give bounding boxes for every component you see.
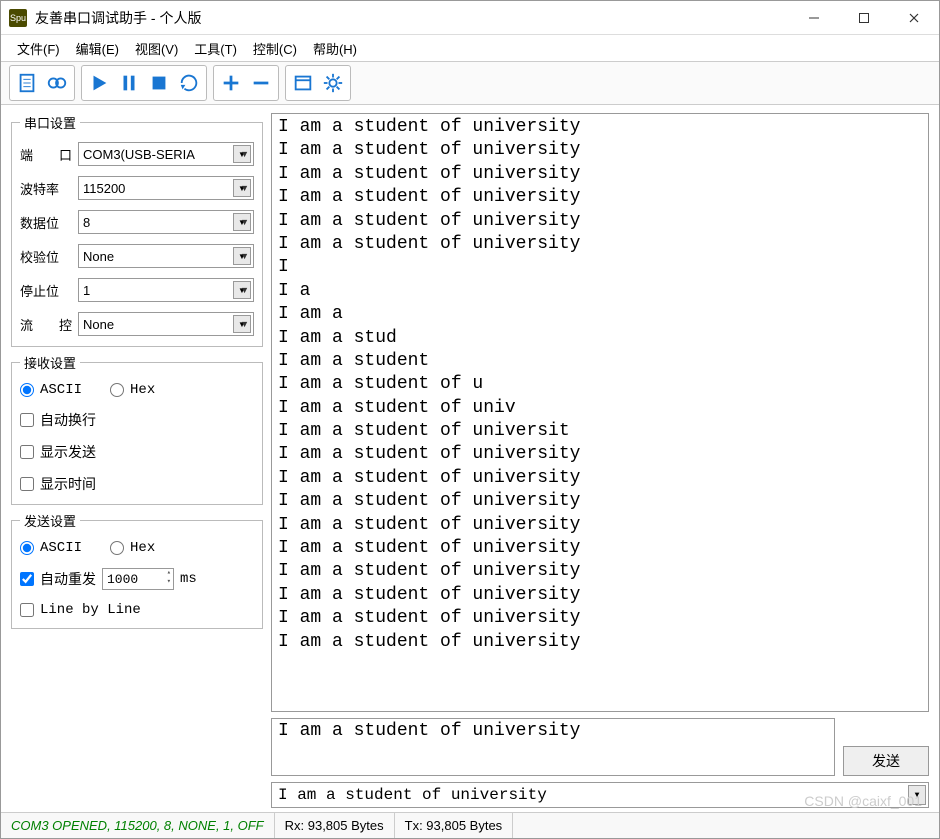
send-hex-label: Hex — [130, 540, 155, 556]
showtime-label: 显示时间 — [40, 474, 96, 494]
window-title: 友善串口调试助手 - 个人版 — [35, 8, 789, 28]
status-tx: Tx: 93,805 Bytes — [395, 813, 514, 838]
databits-value: 8 — [83, 215, 90, 230]
parity-value: None — [83, 249, 114, 264]
flow-select[interactable]: None ▼ — [78, 312, 254, 336]
send-ascii-label: ASCII — [40, 540, 82, 556]
menubar: 文件(F) 编辑(E) 视图(V) 工具(T) 控制(C) 帮助(H) — [1, 35, 939, 61]
port-select[interactable]: COM3(USB-SERIA ▼ — [78, 142, 254, 166]
statusbar: COM3 OPENED, 115200, 8, NONE, 1, OFF Rx:… — [1, 812, 939, 838]
gear-icon[interactable] — [318, 68, 348, 98]
serial-settings-legend: 串口设置 — [20, 113, 80, 132]
baud-select[interactable]: 115200 ▼ — [78, 176, 254, 200]
stopbits-select[interactable]: 1▼ — [78, 278, 254, 302]
chevron-down-icon: ▼ — [233, 315, 251, 333]
port-label: 端 口 — [20, 145, 78, 164]
chevron-down-icon: ▼ — [233, 247, 251, 265]
linebyline-label: Line by Line — [40, 602, 141, 618]
showtime-checkbox[interactable] — [20, 477, 34, 491]
recv-hex-label: Hex — [130, 382, 155, 398]
send-button[interactable]: 发送 — [843, 746, 929, 776]
autowrap-checkbox[interactable] — [20, 413, 34, 427]
status-connection: COM3 OPENED, 115200, 8, NONE, 1, OFF — [1, 813, 275, 838]
watermark: CSDN @caixf_001 — [804, 793, 922, 809]
maximize-button[interactable] — [839, 2, 889, 34]
chevron-down-icon: ▼ — [233, 281, 251, 299]
recv-settings-group: 接收设置 ASCII Hex 自动换行 显示发送 显示时间 — [11, 353, 263, 505]
refresh-icon[interactable] — [174, 68, 204, 98]
send-hex-radio[interactable]: Hex — [110, 540, 155, 556]
titlebar: Spu 友善串口调试助手 - 个人版 — [1, 1, 939, 35]
recv-ascii-radio[interactable]: ASCII — [20, 382, 82, 398]
window-controls — [789, 2, 939, 34]
serial-settings-group: 串口设置 端 口 COM3(USB-SERIA ▼ 波特率 115200 ▼ 数据位… — [11, 113, 263, 347]
baud-label: 波特率 — [20, 179, 78, 198]
menu-help[interactable]: 帮助(H) — [307, 36, 363, 61]
autoresend-checkbox[interactable] — [20, 572, 34, 586]
menu-view[interactable]: 视图(V) — [129, 36, 184, 61]
autowrap-label: 自动换行 — [40, 410, 96, 430]
plus-icon[interactable] — [216, 68, 246, 98]
recv-settings-legend: 接收设置 — [20, 353, 80, 372]
chevron-down-icon: ▼ — [233, 145, 251, 163]
interval-value: 1000 — [107, 572, 138, 587]
autoresend-label: 自动重发 — [40, 569, 96, 589]
interval-spinner[interactable]: 1000 — [102, 568, 174, 590]
databits-select[interactable]: 8▼ — [78, 210, 254, 234]
port-value: COM3(USB-SERIA — [83, 147, 195, 162]
flow-value: None — [83, 317, 114, 332]
new-file-icon[interactable] — [12, 68, 42, 98]
menu-tools[interactable]: 工具(T) — [188, 36, 243, 61]
app-icon: Spu — [9, 9, 27, 27]
interval-unit: ms — [180, 571, 197, 587]
parity-label: 校验位 — [20, 247, 78, 266]
play-icon[interactable] — [84, 68, 114, 98]
recv-ascii-label: ASCII — [40, 382, 82, 398]
chevron-down-icon: ▼ — [233, 213, 251, 231]
minimize-button[interactable] — [789, 2, 839, 34]
showsend-checkbox[interactable] — [20, 445, 34, 459]
menu-edit[interactable]: 编辑(E) — [70, 36, 125, 61]
stopbits-label: 停止位 — [20, 281, 78, 300]
window-icon[interactable] — [288, 68, 318, 98]
record-icon[interactable] — [42, 68, 72, 98]
recv-hex-radio[interactable]: Hex — [110, 382, 155, 398]
toolbar — [1, 61, 939, 105]
history-value: I am a student of university — [278, 786, 547, 804]
minus-icon[interactable] — [246, 68, 276, 98]
pause-icon[interactable] — [114, 68, 144, 98]
right-panel: I am a student of university I am a stud… — [271, 113, 929, 808]
stopbits-value: 1 — [83, 283, 90, 298]
output-textarea[interactable]: I am a student of university I am a stud… — [271, 113, 929, 712]
linebyline-checkbox[interactable] — [20, 603, 34, 617]
status-rx: Rx: 93,805 Bytes — [275, 813, 395, 838]
chevron-down-icon: ▼ — [233, 179, 251, 197]
send-settings-legend: 发送设置 — [20, 511, 80, 530]
send-ascii-radio[interactable]: ASCII — [20, 540, 82, 556]
parity-select[interactable]: None ▼ — [78, 244, 254, 268]
menu-file[interactable]: 文件(F) — [11, 36, 66, 61]
send-input[interactable] — [271, 718, 835, 776]
baud-value: 115200 — [83, 181, 125, 196]
databits-label: 数据位 — [20, 213, 78, 232]
main-area: 串口设置 端 口 COM3(USB-SERIA ▼ 波特率 115200 ▼ 数据位… — [1, 105, 939, 812]
showsend-label: 显示发送 — [40, 442, 96, 462]
close-button[interactable] — [889, 2, 939, 34]
stop-icon[interactable] — [144, 68, 174, 98]
flow-label: 流 控 — [20, 315, 78, 334]
send-settings-group: 发送设置 ASCII Hex 自动重发 1000 ms Line by Line — [11, 511, 263, 629]
left-panel: 串口设置 端 口 COM3(USB-SERIA ▼ 波特率 115200 ▼ 数据位… — [11, 113, 263, 808]
menu-control[interactable]: 控制(C) — [247, 36, 303, 61]
